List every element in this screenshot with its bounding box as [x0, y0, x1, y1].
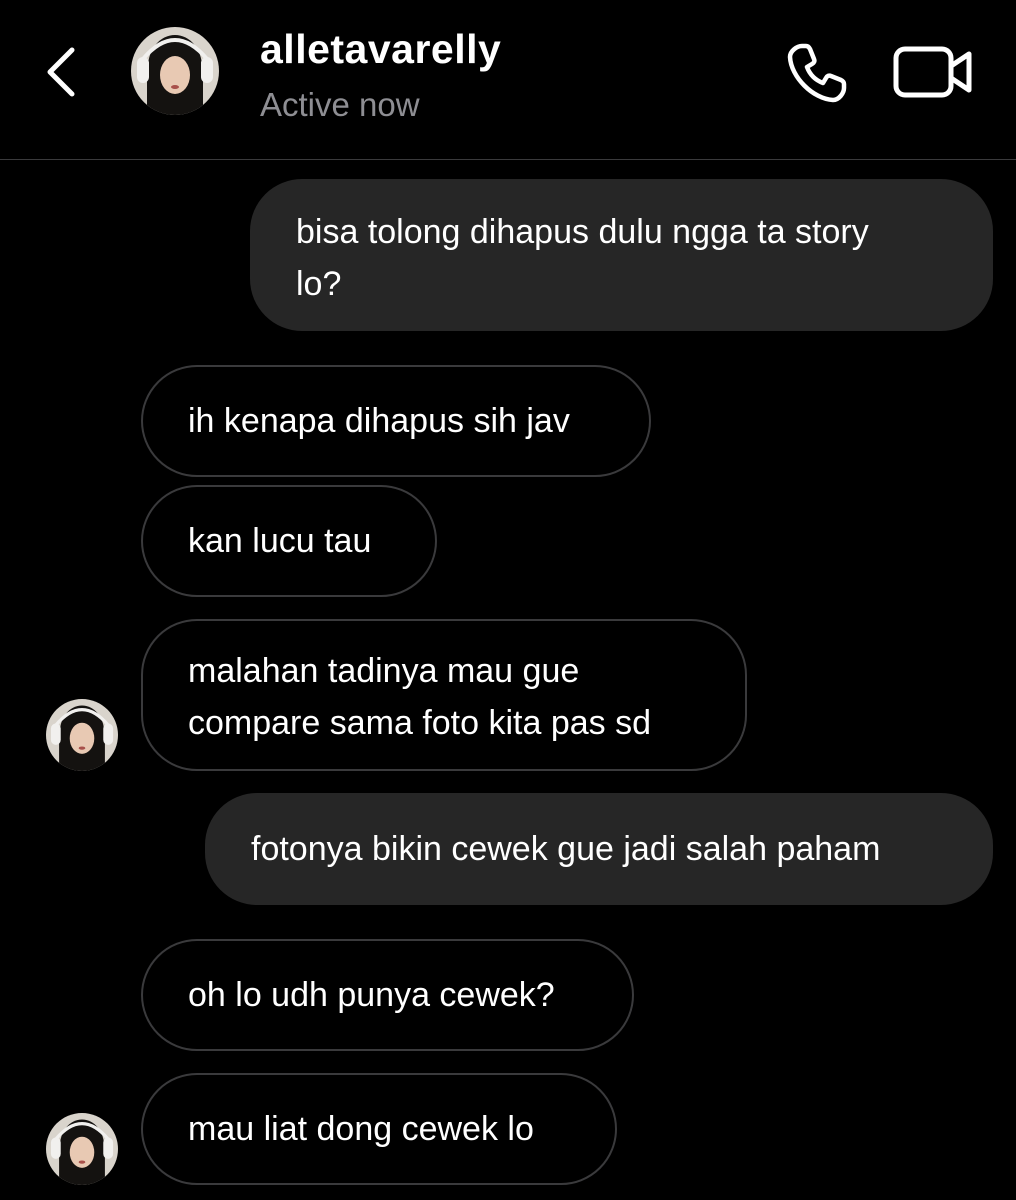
active-status: Active now [260, 86, 420, 123]
sender-avatar[interactable] [46, 1113, 118, 1185]
message-text: mau liat dong cewek lo [188, 1110, 534, 1148]
avatar-photo [131, 27, 219, 115]
video-camera-icon [893, 46, 972, 98]
avatar-photo [46, 1113, 118, 1185]
voice-call-button[interactable] [782, 38, 852, 108]
message-received[interactable]: malahan tadinya mau gue compare sama fot… [141, 619, 747, 771]
message-sent[interactable]: fotonya bikin cewek gue jadi salah paham [205, 793, 993, 905]
chevron-left-icon [47, 47, 75, 97]
sender-avatar[interactable] [46, 699, 118, 771]
avatar-photo [46, 699, 118, 771]
message-received[interactable]: oh lo udh punya cewek? [141, 939, 634, 1051]
message-text: malahan tadinya mau gue compare sama fot… [188, 652, 652, 742]
back-button[interactable] [30, 40, 90, 104]
contact-username[interactable]: alletavarelly [260, 26, 501, 73]
message-received[interactable]: kan lucu tau [141, 485, 437, 597]
message-text: oh lo udh punya cewek? [188, 976, 555, 1014]
message-text: fotonya bikin cewek gue jadi salah paham [251, 830, 881, 868]
phone-icon [787, 43, 847, 103]
message-text: kan lucu tau [188, 522, 372, 560]
message-received[interactable]: ih kenapa dihapus sih jav [141, 365, 651, 477]
chat-header: alletavarelly Active now [0, 0, 1016, 160]
video-call-button[interactable] [890, 40, 976, 104]
message-text: ih kenapa dihapus sih jav [188, 402, 570, 440]
message-sent[interactable]: bisa tolong dihapus dulu ngga ta story l… [250, 179, 993, 331]
profile-avatar[interactable] [131, 27, 219, 115]
message-text: bisa tolong dihapus dulu ngga ta story l… [296, 213, 869, 303]
message-received[interactable]: mau liat dong cewek lo [141, 1073, 617, 1185]
